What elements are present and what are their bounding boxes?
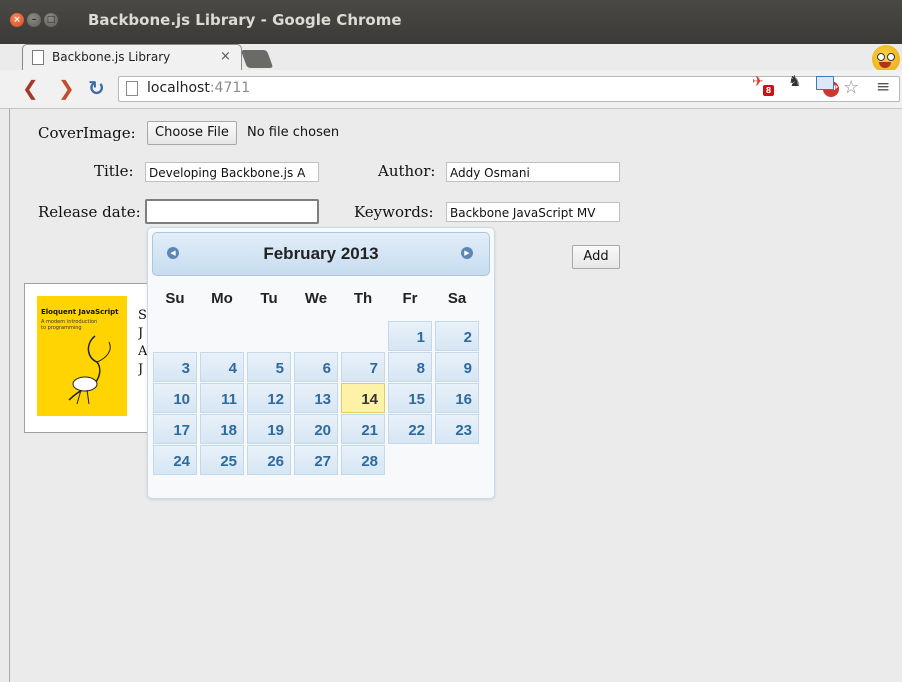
datepicker-day[interactable]: 12 — [247, 383, 291, 413]
weekday-header-we: We — [304, 290, 328, 307]
datepicker-day[interactable]: 23 — [435, 414, 479, 444]
page-content: CoverImage: Choose File No file chosen T… — [10, 109, 902, 682]
title-label: Title: — [94, 162, 134, 180]
datepicker-day[interactable]: 2 — [435, 321, 479, 351]
cover-image-label: CoverImage: — [38, 124, 136, 142]
bird-illustration-icon — [68, 335, 111, 405]
weekday-header-mo: Mo — [211, 290, 233, 307]
datepicker-day[interactable]: 21 — [341, 414, 385, 444]
datepicker-day[interactable]: 1 — [388, 321, 432, 351]
add-button[interactable]: Add — [572, 245, 620, 269]
datepicker-day[interactable]: 16 — [435, 383, 479, 413]
author-label: Author: — [378, 162, 436, 180]
datepicker-day[interactable]: 15 — [388, 383, 432, 413]
datepicker-day[interactable]: 25 — [200, 445, 244, 475]
forward-button[interactable]: ❯ — [58, 77, 75, 99]
window-title: Backbone.js Library - Google Chrome — [88, 11, 402, 29]
datepicker-day[interactable]: 17 — [153, 414, 197, 444]
weekday-header-su: Su — [165, 290, 185, 307]
datepicker-day[interactable]: 5 — [247, 352, 291, 382]
tab-title: Backbone.js Library — [52, 50, 171, 64]
book-card: Eloquent JavaScript A modern introductio… — [24, 283, 156, 433]
datepicker-month-title: February 2013 — [263, 244, 379, 263]
page-icon — [32, 50, 44, 65]
extension-badge: 8 — [763, 85, 774, 96]
datepicker-day[interactable]: 22 — [388, 414, 432, 444]
url-text[interactable]: localhost:4711 — [147, 80, 250, 96]
datepicker-day[interactable]: 20 — [294, 414, 338, 444]
weekday-header-fr: Fr — [402, 290, 418, 307]
datepicker-day[interactable]: 18 — [200, 414, 244, 444]
next-month-icon[interactable]: ▶ — [461, 247, 473, 259]
book-cover-image: Eloquent JavaScript A modern introductio… — [37, 296, 127, 416]
datepicker-day[interactable]: 10 — [153, 383, 197, 413]
github-extension-icon[interactable]: ♞ — [788, 72, 801, 90]
datepicker-day[interactable]: 7 — [341, 352, 385, 382]
tab-close-icon[interactable]: × — [220, 49, 231, 64]
profile-avatar-icon[interactable] — [872, 45, 900, 73]
datepicker-day[interactable]: 27 — [294, 445, 338, 475]
reload-button[interactable]: ↻ — [88, 77, 105, 99]
datepicker-day[interactable]: 9 — [435, 352, 479, 382]
datepicker-day[interactable]: 3 — [153, 352, 197, 382]
url-port: :4711 — [209, 80, 251, 96]
title-input[interactable]: Developing Backbone.js A — [145, 162, 319, 182]
url-host: localhost — [147, 80, 210, 96]
datepicker-day-today[interactable]: 14 — [341, 383, 385, 413]
datepicker-day[interactable]: 28 — [341, 445, 385, 475]
window-maximize-button[interactable]: □ — [44, 13, 58, 27]
datepicker-day[interactable]: 19 — [247, 414, 291, 444]
release-date-label: Release date: — [38, 203, 141, 221]
window-extension-icon[interactable] — [816, 76, 834, 90]
chrome-menu-icon[interactable]: ≡ — [876, 77, 890, 97]
weekday-header-th: Th — [353, 290, 373, 307]
datepicker-day[interactable]: 4 — [200, 352, 244, 382]
datepicker-day[interactable]: 26 — [247, 445, 291, 475]
datepicker-day[interactable]: 8 — [388, 352, 432, 382]
datepicker-header: ◀ February 2013 ▶ — [152, 232, 490, 276]
weekday-header-tu: Tu — [260, 290, 278, 307]
release-date-input[interactable] — [145, 199, 319, 224]
datepicker-day[interactable]: 6 — [294, 352, 338, 382]
no-file-text: No file chosen — [247, 125, 340, 140]
keywords-label: Keywords: — [354, 203, 434, 221]
browser-toolbar: ❮ ❯ ↻ localhost:4711 ABP ☆ ✈ 8 ♞ ≡ — [0, 70, 902, 109]
address-bar[interactable]: localhost:4711 ABP ☆ — [118, 76, 900, 102]
datepicker: ◀ February 2013 ▶ Su Mo Tu We Th Fr Sa 1 2 3 4 5 6 7 8… — [147, 227, 495, 499]
back-button[interactable]: ❮ — [22, 77, 39, 99]
author-input[interactable]: Addy Osmani — [446, 162, 620, 182]
weekday-header-sa: Sa — [447, 290, 467, 307]
datepicker-day[interactable]: 13 — [294, 383, 338, 413]
new-tab-button[interactable] — [240, 50, 274, 68]
choose-file-button[interactable]: Choose File — [147, 121, 237, 145]
page-icon — [126, 81, 138, 96]
datepicker-day[interactable]: 11 — [200, 383, 244, 413]
keywords-input[interactable]: Backbone JavaScript MV — [446, 202, 620, 222]
browser-tab[interactable]: Backbone.js Library × — [22, 44, 242, 71]
window-titlebar: × – □ Backbone.js Library - Google Chrom… — [0, 0, 902, 44]
window-close-button[interactable]: × — [10, 13, 24, 27]
datepicker-day[interactable]: 24 — [153, 445, 197, 475]
window-minimize-button[interactable]: – — [27, 13, 41, 27]
bookmark-star-icon[interactable]: ☆ — [843, 77, 859, 98]
